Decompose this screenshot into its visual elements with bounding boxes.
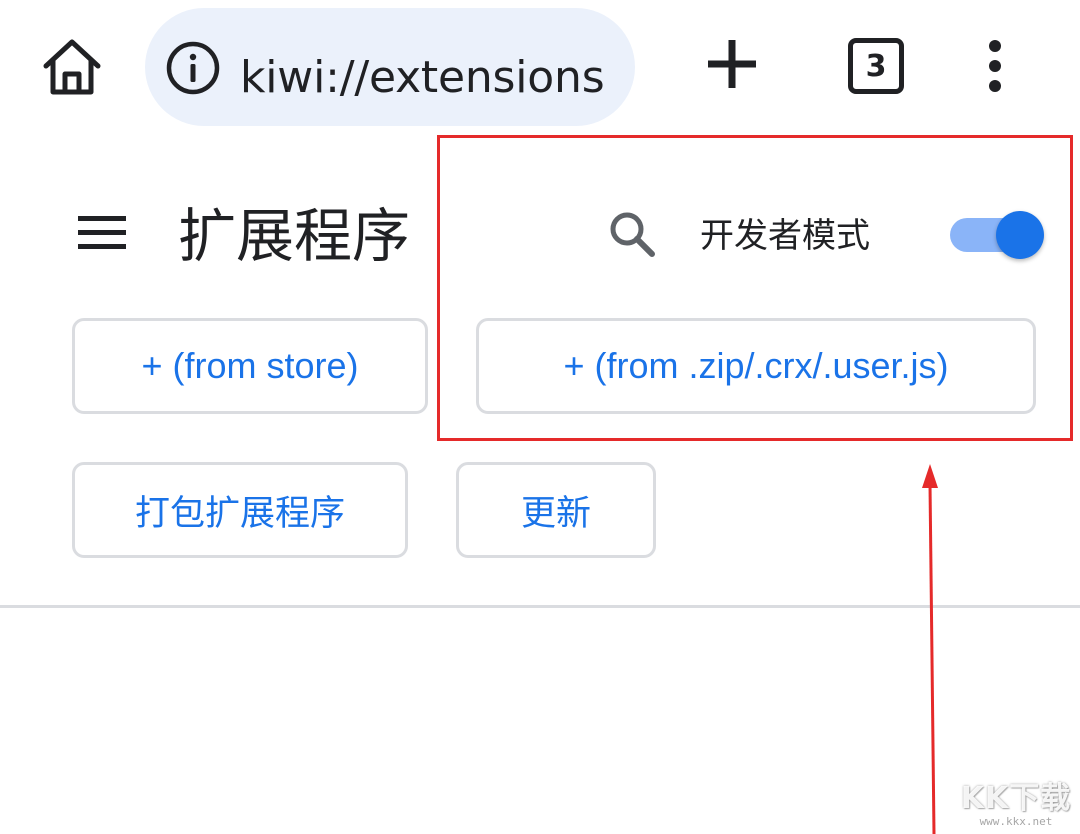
watermark-url: www.kkx.net [979, 815, 1053, 828]
watermark: KK下载 www.kkx.net [958, 782, 1074, 830]
page-title: 扩展程序 [178, 202, 411, 270]
watermark-logo: KK下载 [960, 781, 1072, 816]
divider [0, 605, 1080, 608]
search-icon[interactable] [606, 208, 658, 260]
tab-count: 3 [865, 48, 887, 84]
new-tab-button[interactable] [700, 32, 764, 96]
developer-mode-label: 开发者模式 [700, 216, 870, 256]
developer-mode-toggle[interactable] [950, 208, 1046, 262]
tab-switcher-icon[interactable]: 3 [848, 38, 904, 94]
info-icon[interactable] [165, 40, 221, 96]
pack-extension-button[interactable]: 打包扩展程序 [72, 462, 408, 558]
plus-icon [708, 40, 756, 88]
browser-toolbar: kiwi://extensions 3 [0, 0, 1080, 130]
address-bar[interactable]: kiwi://extensions [145, 8, 635, 126]
url-text[interactable]: kiwi://extensions [240, 48, 612, 108]
screen: kiwi://extensions 3 扩展程序 开发者模式 + (from s… [0, 0, 1080, 834]
toggle-knob [996, 211, 1044, 259]
menu-icon[interactable] [74, 210, 130, 256]
add-from-file-button[interactable]: + (from .zip/.crx/.user.js) [476, 318, 1036, 414]
annotation-arrow [922, 464, 938, 834]
home-icon [43, 39, 101, 95]
update-button[interactable]: 更新 [456, 462, 656, 558]
more-vert-icon[interactable] [975, 36, 1015, 96]
add-from-store-button[interactable]: + (from store) [72, 318, 428, 414]
home-button[interactable] [30, 30, 114, 102]
